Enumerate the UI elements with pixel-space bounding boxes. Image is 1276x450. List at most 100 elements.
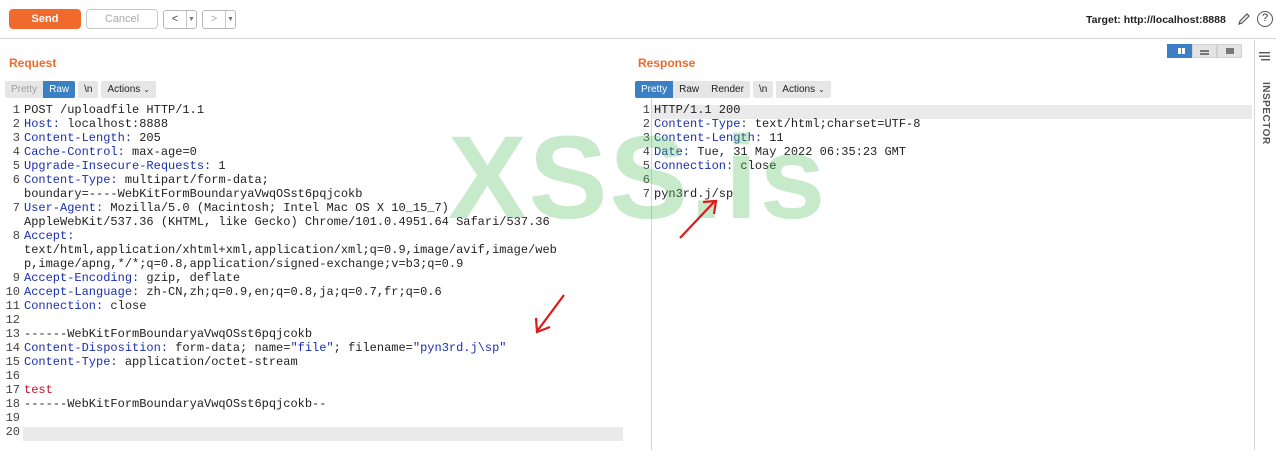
line-number: 6	[642, 173, 650, 187]
line-number: 1	[12, 103, 20, 117]
line-number: 5	[12, 159, 20, 173]
line-number: 7	[12, 201, 20, 215]
help-icon[interactable]: ?	[1257, 11, 1273, 27]
target-label: Target: http://localhost:8888	[1086, 14, 1226, 26]
code-line: Host: localhost:8888	[24, 117, 168, 131]
line-number: 10	[5, 285, 20, 299]
header-value: multipart/form-data;	[117, 173, 269, 187]
chevron-down-icon: ⌄	[818, 85, 825, 94]
forward-arrow-icon[interactable]: >	[203, 11, 225, 28]
header-key: User-Agent:	[24, 201, 104, 215]
inspector-label[interactable]: INSPECTOR	[1259, 82, 1271, 145]
line-number: 7	[642, 187, 650, 201]
line-number: 19	[5, 411, 20, 425]
request-tab-raw[interactable]: Raw	[43, 81, 76, 98]
response-title: Response	[638, 56, 696, 70]
header-key: Accept-Encoding:	[24, 271, 140, 285]
forward-nav-button[interactable]: > ▼	[202, 10, 236, 29]
code-line: ------WebKitFormBoundaryaVwqOSst6pqjcokb	[24, 327, 312, 341]
code-line: Content-Type: text/html;charset=UTF-8	[654, 117, 920, 131]
send-button[interactable]: Send	[9, 9, 81, 29]
line-number: 2	[12, 117, 20, 131]
header-value: gzip, deflate	[139, 271, 241, 285]
header-value: Mozilla/5.0 (Macintosh; Intel Mac OS X 1…	[103, 201, 449, 215]
code-line: Accept:	[24, 229, 74, 243]
code-line: Cache-Control: max-age=0	[24, 145, 197, 159]
header-key: Content-Length:	[654, 131, 763, 145]
line-number: 6	[12, 173, 20, 187]
code-line: test	[24, 383, 53, 397]
request-tab-pretty[interactable]: Pretty	[5, 81, 44, 98]
header-value: 11	[762, 131, 784, 145]
header-value: boundary=----WebKitFormBoundaryaVwqOSst6…	[24, 187, 363, 201]
back-dropdown-icon[interactable]: ▼	[186, 11, 196, 28]
code-line: ------WebKitFormBoundaryaVwqOSst6pqjcokb…	[24, 397, 326, 411]
header-key: Content-Length:	[24, 131, 133, 145]
response-tab-newline[interactable]: \n	[752, 81, 774, 98]
chevron-down-icon: ⌄	[143, 85, 150, 94]
header-key: Content-Type:	[24, 355, 118, 369]
code-line: Content-Length: 11	[654, 131, 784, 145]
line-number: 15	[5, 355, 20, 369]
cancel-button[interactable]: Cancel	[86, 9, 158, 29]
header-value: text/html;charset=UTF-8	[747, 117, 921, 131]
header-value: HTTP/1.1 200	[654, 103, 741, 117]
line-number: 9	[12, 271, 20, 285]
layout-toggle	[1167, 44, 1242, 58]
line-number: 3	[642, 131, 650, 145]
pencil-icon[interactable]	[1237, 12, 1251, 26]
code-line: Date: Tue, 31 May 2022 06:35:23 GMT	[654, 145, 906, 159]
line-number: 8	[12, 229, 20, 243]
header-value: AppleWebKit/537.36 (KHTML, like Gecko) C…	[24, 215, 550, 229]
code-line: HTTP/1.1 200	[654, 103, 740, 117]
header-value: text/html,application/xhtml+xml,applicat…	[24, 243, 557, 257]
line-number: 17	[5, 383, 20, 397]
back-arrow-icon[interactable]: <	[164, 11, 186, 28]
split-vertical-icon[interactable]	[1192, 44, 1217, 58]
back-nav-button[interactable]: < ▼	[163, 10, 197, 29]
header-key: Accept:	[24, 229, 75, 243]
response-tab-pretty[interactable]: Pretty	[635, 81, 674, 98]
header-key: Date:	[654, 145, 691, 159]
code-line: boundary=----WebKitFormBoundaryaVwqOSst6…	[24, 187, 362, 201]
header-value: 205	[132, 131, 161, 145]
line-number: 11	[5, 299, 20, 313]
line-number: 5	[642, 159, 650, 173]
top-toolbar: Send Cancel < ▼ > ▼ Target: http://local…	[0, 0, 1276, 39]
code-line: Accept-Encoding: gzip, deflate	[24, 271, 240, 285]
request-actions-menu[interactable]: Actions ⌄	[101, 81, 156, 98]
code-line: AppleWebKit/537.36 (KHTML, like Gecko) C…	[24, 215, 550, 229]
header-key: Cache-Control:	[24, 145, 125, 159]
inspector-menu-icon[interactable]	[1258, 49, 1271, 63]
response-tab-raw[interactable]: Raw	[673, 81, 706, 98]
header-key: Content-Type:	[654, 117, 748, 131]
header-value: 1	[211, 159, 226, 173]
split-horizontal-icon[interactable]	[1167, 44, 1192, 58]
header-key: Host:	[24, 117, 61, 131]
header-value: zh-CN,zh;q=0.9,en;q=0.8,ja;q=0.7,fr;q=0.…	[139, 285, 442, 299]
header-value: max-age=0	[124, 145, 197, 159]
annotation-arrow-request	[534, 294, 565, 334]
header-value: ; filename=	[333, 341, 413, 355]
single-pane-icon[interactable]	[1217, 44, 1242, 58]
code-line: Upgrade-Insecure-Requests: 1	[24, 159, 226, 173]
string-literal: "pyn3rd.j\sp"	[412, 341, 507, 355]
header-key: Connection:	[654, 159, 734, 173]
header-value: application/octet-stream	[117, 355, 298, 369]
code-line: Accept-Language: zh-CN,zh;q=0.9,en;q=0.8…	[24, 285, 442, 299]
request-tab-newline[interactable]: \n	[78, 81, 99, 98]
line-number: 2	[642, 117, 650, 131]
line-number: 18	[5, 397, 20, 411]
header-key: Content-Type:	[24, 173, 118, 187]
request-title: Request	[9, 56, 57, 70]
code-line: User-Agent: Mozilla/5.0 (Macintosh; Inte…	[24, 201, 449, 215]
code-line: Content-Type: application/octet-stream	[24, 355, 298, 369]
line-number: 20	[5, 425, 20, 439]
response-actions-menu[interactable]: Actions ⌄	[776, 81, 831, 98]
code-line: POST /uploadfile HTTP/1.1	[24, 103, 204, 117]
header-value: ------WebKitFormBoundaryaVwqOSst6pqjcokb…	[24, 397, 327, 411]
forward-dropdown-icon[interactable]: ▼	[225, 11, 235, 28]
header-value: close	[733, 159, 777, 173]
header-key: Content-Disposition:	[24, 341, 169, 355]
response-tab-render[interactable]: Render	[705, 81, 750, 98]
